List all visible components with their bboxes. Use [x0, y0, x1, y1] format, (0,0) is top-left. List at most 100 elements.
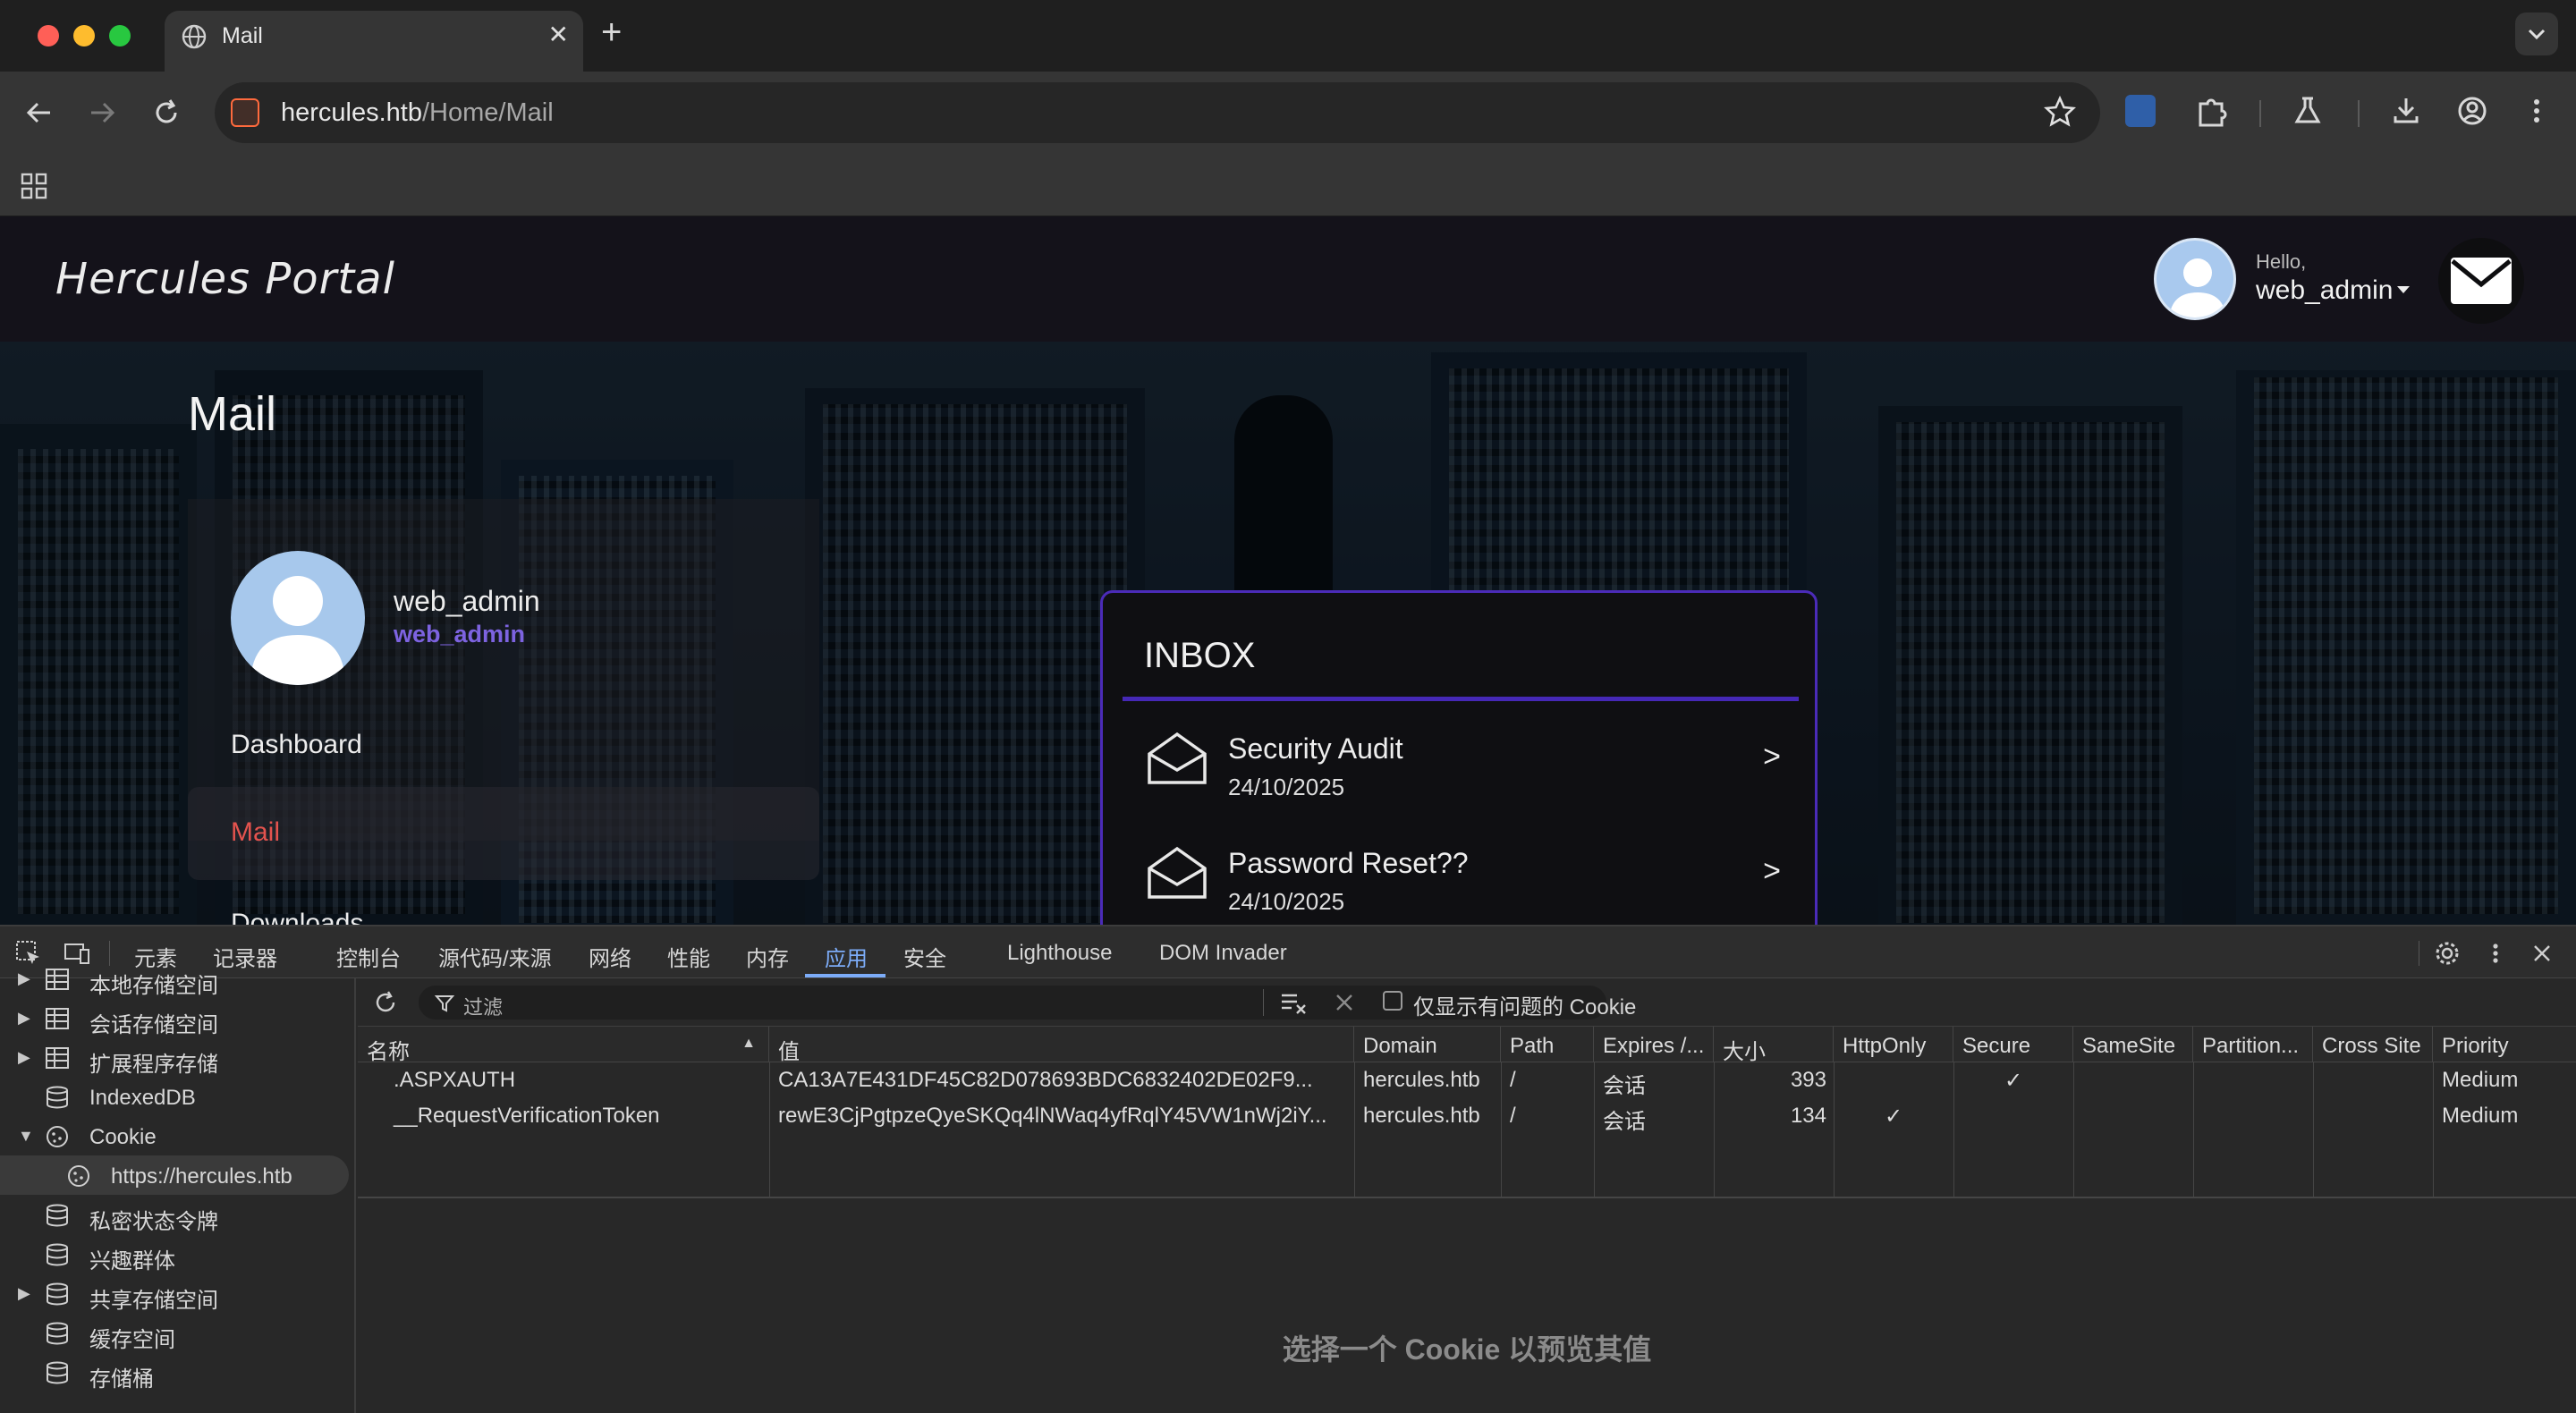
sidebar-item-label: 兴趣群体 — [89, 1249, 175, 1273]
address-bar[interactable]: hercules.htb/Home/Mail — [215, 82, 2100, 143]
sidebar-item-cookies[interactable]: ▼ Cookie — [0, 1116, 356, 1155]
labs-flask-icon[interactable] — [2288, 91, 2327, 131]
bookmark-star-icon[interactable] — [2043, 95, 2077, 129]
tab-lighthouse[interactable]: Lighthouse — [1007, 941, 1112, 966]
column-header-partition[interactable]: Partition... — [2193, 1027, 2313, 1062]
sidebar-item-private-state-tokens[interactable]: 私密状态令牌 — [0, 1195, 356, 1234]
column-header-value[interactable]: 值 — [769, 1027, 1354, 1062]
refresh-icon[interactable] — [372, 989, 399, 1016]
table-row[interactable]: .ASPXAUTH CA13A7E431DF45C82D078693BDC683… — [358, 1062, 2576, 1098]
extensions-puzzle-icon[interactable] — [2191, 91, 2231, 131]
column-header-secure[interactable]: Secure — [1953, 1027, 2073, 1062]
apps-grid-icon[interactable] — [20, 172, 48, 200]
user-menu-button[interactable]: web_admin — [2256, 275, 2393, 306]
only-issues-checkbox[interactable] — [1383, 991, 1402, 1011]
expand-arrow-icon[interactable]: ▶ — [18, 1048, 30, 1067]
column-header-cross-site[interactable]: Cross Site — [2313, 1027, 2433, 1062]
cookie-value: CA13A7E431DF45C82D078693BDC6832402DE02F9… — [778, 1068, 1313, 1092]
kebab-menu-icon[interactable] — [2481, 939, 2510, 968]
clear-filtered-icon[interactable] — [1279, 989, 1308, 1016]
expand-arrow-icon[interactable]: ▶ — [18, 969, 30, 988]
maximize-window-button[interactable] — [109, 25, 131, 47]
application-sidebar: ▶ 本地存储空间 ▶ 会话存储空间 ▶ 扩展程序存储 IndexedDB ▼ C… — [0, 969, 356, 1413]
column-header-domain[interactable]: Domain — [1354, 1027, 1501, 1062]
sidebar-item-interest-groups[interactable]: 兴趣群体 — [0, 1234, 356, 1273]
mail-button[interactable] — [2438, 238, 2524, 324]
clear-all-x-icon[interactable] — [1333, 991, 1356, 1014]
sidebar-item-session-storage[interactable]: ▶ 会话存储空间 — [0, 998, 356, 1037]
tab-close-icon[interactable]: ✕ — [548, 20, 569, 49]
sidebar-item-cookie-origin[interactable]: https://hercules.htb — [0, 1155, 349, 1195]
reload-icon[interactable] — [150, 97, 182, 129]
column-header-path[interactable]: Path — [1501, 1027, 1594, 1062]
sidebar-item-label: 私密状态令牌 — [89, 1210, 218, 1234]
tab-application[interactable]: 应用 — [825, 941, 868, 972]
devtools-tab-bar: 元素 记录器 控制台 源代码/来源 网络 性能 内存 应用 安全 Lightho… — [0, 926, 2576, 978]
toolbar-divider — [2259, 100, 2261, 127]
profile-icon[interactable] — [2453, 91, 2492, 131]
download-icon[interactable] — [2386, 91, 2426, 131]
tab-memory[interactable]: 内存 — [746, 941, 789, 972]
column-header-expires[interactable]: Expires /... — [1594, 1027, 1714, 1062]
column-header-priority[interactable]: Priority — [2433, 1027, 2576, 1062]
forward-icon[interactable] — [86, 97, 118, 129]
cookie-name: .ASPXAUTH — [394, 1068, 516, 1092]
column-header-httponly[interactable]: HttpOnly — [1834, 1027, 1953, 1062]
site-info-icon[interactable] — [231, 98, 259, 127]
column-header-name[interactable]: 名称 ▲ — [358, 1027, 769, 1062]
message-subject: Security Audit — [1228, 732, 1403, 765]
list-item[interactable]: Password Reset?? 24/10/2025 > — [1123, 822, 1799, 920]
list-item[interactable]: Security Audit 24/10/2025 > — [1123, 707, 1799, 806]
page-title: Mail — [188, 387, 277, 441]
url-host: hercules.htb — [281, 98, 422, 127]
cookie-secure: ✓ — [2004, 1069, 2023, 1093]
open-message-arrow[interactable]: > — [1763, 854, 1781, 889]
site-brand[interactable]: Hercules Portal — [55, 254, 395, 304]
sidebar-item-local-storage[interactable]: ▶ 本地存储空间 — [0, 959, 356, 998]
database-icon — [47, 1322, 68, 1345]
cookie-preview-hint: 选择一个 Cookie 以预览其值 — [1282, 1333, 1652, 1366]
expand-arrow-icon[interactable]: ▶ — [18, 1009, 30, 1028]
sidebar-item-cache-storage[interactable]: 缓存空间 — [0, 1313, 356, 1352]
tab-network[interactable]: 网络 — [589, 941, 631, 972]
caret-down-icon[interactable] — [2397, 286, 2410, 293]
extension-icon[interactable] — [2125, 95, 2156, 127]
cookie-toolbar: 过滤 仅显示有问题的 Cookie — [358, 978, 2576, 1027]
inbox-panel: INBOX Security Audit 24/10/2025 > Passwo… — [1100, 590, 1818, 925]
nav-item-downloads[interactable]: Downloads — [231, 909, 363, 925]
database-icon — [47, 1243, 68, 1266]
column-header-size[interactable]: 大小 — [1714, 1027, 1834, 1062]
minimize-window-button[interactable] — [73, 25, 95, 47]
table-row[interactable]: __RequestVerificationToken rewE3CjPgtpze… — [358, 1098, 2576, 1134]
inbox-title: INBOX — [1144, 636, 1256, 675]
tab-sources[interactable]: 源代码/来源 — [438, 941, 552, 972]
sidebar-item-label: 共享存储空间 — [89, 1289, 218, 1313]
avatar[interactable] — [2154, 238, 2236, 320]
sidebar-item-indexeddb[interactable]: IndexedDB — [0, 1077, 356, 1116]
nav-item-dashboard[interactable]: Dashboard — [231, 730, 362, 760]
collapse-arrow-icon[interactable]: ▼ — [18, 1127, 34, 1146]
expand-arrow-icon[interactable]: ▶ — [18, 1284, 30, 1303]
browser-tab[interactable]: Mail ✕ — [165, 11, 583, 72]
settings-gear-icon[interactable] — [2433, 939, 2462, 968]
back-icon[interactable] — [23, 97, 55, 129]
tab-performance[interactable]: 性能 — [667, 941, 710, 972]
nav-item-mail[interactable]: Mail — [188, 787, 819, 880]
table-icon — [46, 1008, 69, 1029]
sidebar-item-extension-storage[interactable]: ▶ 扩展程序存储 — [0, 1037, 356, 1077]
new-tab-button[interactable]: + — [601, 14, 622, 50]
column-header-samesite[interactable]: SameSite — [2073, 1027, 2193, 1062]
cookie-size: 134 — [1790, 1104, 1826, 1128]
sidebar-item-shared-storage[interactable]: ▶ 共享存储空间 — [0, 1273, 356, 1313]
database-icon — [47, 1086, 68, 1109]
tab-dom-invader[interactable]: DOM Invader — [1159, 941, 1287, 966]
close-icon[interactable] — [2528, 939, 2556, 968]
cookie-expires: 会话 — [1603, 1110, 1646, 1134]
envelope-open-icon — [1148, 732, 1207, 784]
sidebar-item-storage-buckets[interactable]: 存储桶 — [0, 1352, 356, 1392]
close-window-button[interactable] — [38, 25, 59, 47]
open-message-arrow[interactable]: > — [1763, 740, 1781, 774]
tab-security[interactable]: 安全 — [903, 941, 946, 972]
tab-search-button[interactable] — [2515, 13, 2558, 55]
kebab-menu-icon[interactable] — [2517, 91, 2556, 131]
